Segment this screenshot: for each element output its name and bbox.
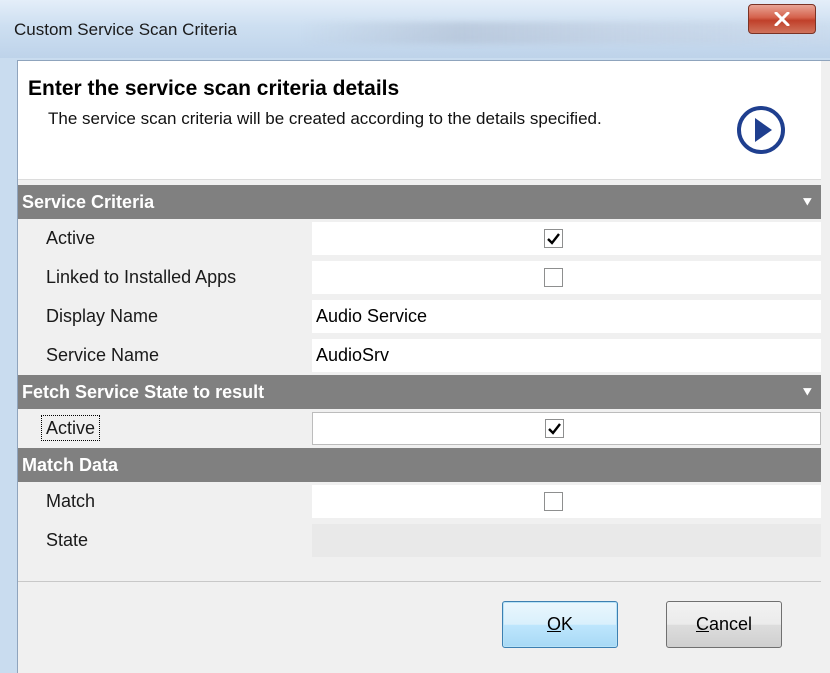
window-title: Custom Service Scan Criteria: [14, 20, 237, 39]
header-title: Enter the service scan criteria details: [28, 77, 400, 100]
property-row-display-name[interactable]: Display Name Audio Service: [18, 297, 821, 336]
ok-label: K: [561, 614, 574, 634]
close-icon: [774, 12, 790, 26]
property-row-state: State: [18, 521, 821, 560]
section-service-criteria[interactable]: Service Criteria ⯆: [18, 185, 821, 219]
property-value[interactable]: [312, 261, 821, 294]
property-row-service-name[interactable]: Service Name AudioSrv: [18, 336, 821, 375]
section-title: Service Criteria: [22, 192, 155, 212]
property-label: Display Name: [18, 297, 312, 336]
cancel-mnemonic: C: [695, 614, 709, 634]
collapse-icon[interactable]: ⯆: [802, 375, 813, 409]
property-row-active[interactable]: Active: [18, 219, 821, 258]
property-label: Match: [18, 482, 312, 521]
section-fetch-service-state[interactable]: Fetch Service State to result ⯆: [18, 375, 821, 409]
property-label: Active: [18, 409, 312, 448]
state-field: [312, 524, 821, 557]
property-row-fetch-active[interactable]: Active: [18, 409, 821, 448]
dialog-header: Enter the service scan criteria details …: [18, 61, 821, 180]
ok-button[interactable]: OK: [502, 601, 618, 648]
section-title: Fetch Service State to result: [22, 382, 265, 402]
cancel-button[interactable]: Cancel: [666, 601, 782, 648]
collapse-icon[interactable]: ⯆: [802, 185, 813, 219]
property-value[interactable]: [312, 222, 821, 255]
dialog-window: Custom Service Scan Criteria Enter the s…: [0, 0, 830, 673]
linked-checkbox[interactable]: [544, 268, 563, 287]
property-label: Active: [18, 219, 312, 258]
fetch-active-checkbox[interactable]: [545, 419, 564, 438]
property-row-match[interactable]: Match: [18, 482, 821, 521]
ok-mnemonic: O: [546, 614, 561, 634]
property-label: Service Name: [18, 336, 312, 375]
header-description: The service scan criteria will be create…: [48, 109, 602, 128]
active-checkbox[interactable]: [544, 229, 563, 248]
property-grid: Service Criteria ⯆ Active Linked to Inst…: [18, 185, 821, 560]
property-row-linked[interactable]: Linked to Installed Apps: [18, 258, 821, 297]
display-name-field[interactable]: Audio Service: [312, 300, 821, 333]
cancel-label: ancel: [708, 614, 753, 634]
match-checkbox[interactable]: [544, 492, 563, 511]
dialog-footer: OK Cancel: [18, 582, 821, 673]
next-arrow-icon: [737, 106, 785, 154]
title-bar[interactable]: Custom Service Scan Criteria: [0, 0, 830, 58]
service-name-field[interactable]: AudioSrv: [312, 339, 821, 372]
property-label: State: [18, 521, 312, 560]
dialog-body: Enter the service scan criteria details …: [17, 60, 830, 673]
section-title: Match Data: [22, 455, 119, 475]
section-match-data[interactable]: Match Data: [18, 448, 821, 482]
checkmark-icon: [548, 423, 561, 435]
checkmark-icon: [547, 233, 560, 245]
focused-label-text: Active: [40, 415, 101, 441]
close-button[interactable]: [748, 4, 816, 34]
property-value[interactable]: [312, 412, 821, 445]
property-value[interactable]: [312, 485, 821, 518]
property-label: Linked to Installed Apps: [18, 258, 312, 297]
